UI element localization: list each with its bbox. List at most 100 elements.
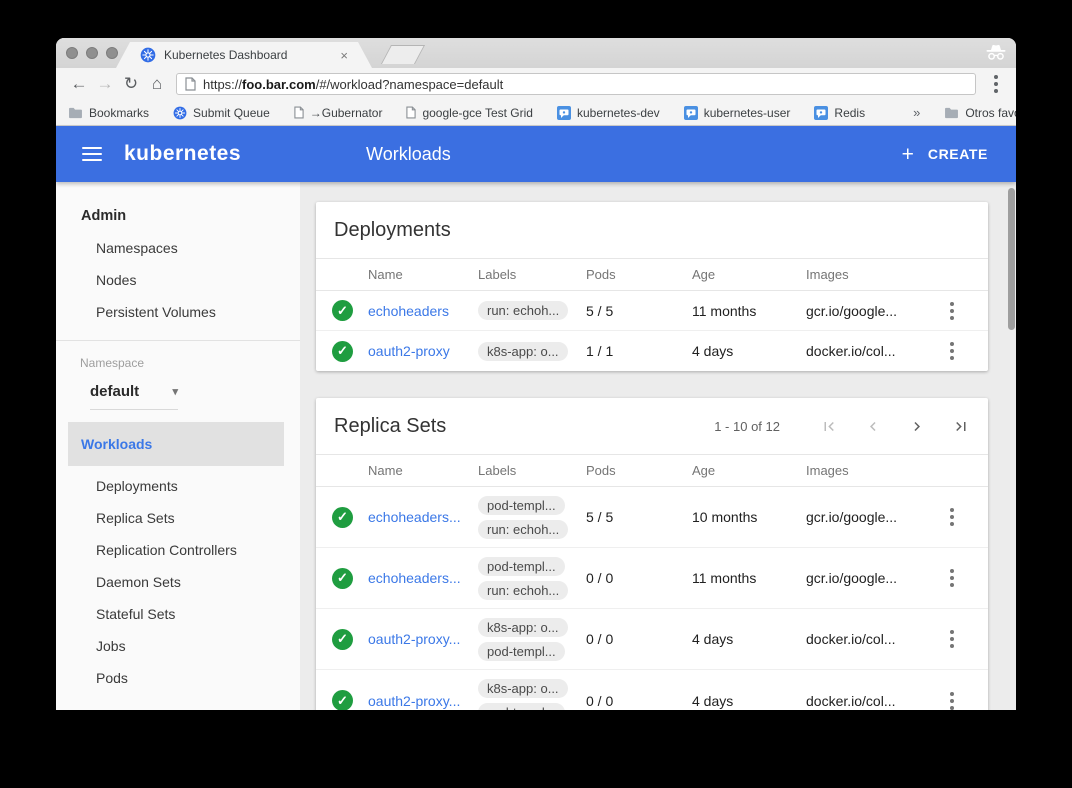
chevron-down-icon: ▾ — [172, 385, 178, 398]
label-chip: pod-templ... — [478, 557, 565, 576]
window-controls — [66, 47, 118, 59]
table-row: ✓ echoheaders run: echoh... 5 / 5 11 mon… — [316, 291, 988, 331]
replica-sets-card: Replica Sets 1 - 10 of 12 — [316, 398, 988, 710]
paginator: 1 - 10 of 12 — [714, 417, 970, 435]
back-icon[interactable]: ← — [66, 74, 92, 94]
reload-icon[interactable]: ↻ — [118, 74, 144, 94]
tab-title: Kubernetes Dashboard — [164, 48, 332, 62]
pagination-range: 1 - 10 of 12 — [714, 419, 780, 434]
replica-set-link[interactable]: oauth2-proxy... — [368, 693, 478, 709]
table-row: ✓ echoheaders... pod-templ... run: echoh… — [316, 487, 988, 548]
page-icon — [294, 106, 304, 119]
sidebar-item-daemon-sets[interactable]: Daemon Sets — [56, 566, 300, 598]
page-icon — [406, 106, 416, 119]
namespace-select[interactable]: default ▾ — [90, 383, 178, 410]
column-age: Age — [692, 267, 806, 282]
column-images: Images — [806, 267, 932, 282]
sidebar-item-workloads[interactable]: Workloads — [68, 422, 284, 466]
column-pods: Pods — [586, 463, 692, 478]
bookmark-google-gce-test-grid[interactable]: google-gce Test Grid — [406, 106, 533, 120]
deployments-table-header: Name Labels Pods Age Images — [316, 259, 988, 291]
table-row: ✓ oauth2-proxy... k8s-app: o... pod-temp… — [316, 609, 988, 670]
row-menu-icon[interactable] — [942, 692, 962, 710]
label-chip: pod-templ... — [478, 642, 565, 661]
row-menu-icon[interactable] — [942, 630, 962, 648]
sidebar: Admin Namespaces Nodes Persistent Volume… — [56, 182, 300, 710]
scrollbar-thumb[interactable] — [1008, 188, 1015, 330]
sidebar-item-replication-controllers[interactable]: Replication Controllers — [56, 534, 300, 566]
browser-tab[interactable]: Kubernetes Dashboard × — [116, 42, 372, 68]
label-chip: k8s-app: o... — [478, 342, 568, 361]
forward-icon[interactable]: → — [92, 74, 118, 94]
label-chip: pod-templ... — [478, 496, 565, 515]
status-ok-icon: ✓ — [332, 507, 353, 528]
groups-icon — [557, 106, 571, 120]
window-zoom-button[interactable] — [106, 47, 118, 59]
sidebar-item-jobs[interactable]: Jobs — [56, 630, 300, 662]
bookmarks-overflow-icon[interactable]: » — [913, 105, 920, 120]
column-pods: Pods — [586, 267, 692, 282]
bookmark-bookmarks[interactable]: Bookmarks — [68, 106, 149, 120]
app-body: Admin Namespaces Nodes Persistent Volume… — [56, 182, 1016, 710]
column-name: Name — [368, 267, 478, 282]
create-button[interactable]: + CREATE — [902, 144, 988, 165]
groups-icon — [684, 106, 698, 120]
groups-icon — [814, 106, 828, 120]
page-title: Workloads — [366, 144, 451, 165]
sidebar-item-persistent-volumes[interactable]: Persistent Volumes — [56, 296, 300, 328]
window-minimize-button[interactable] — [86, 47, 98, 59]
incognito-icon — [984, 44, 1008, 61]
replica-set-link[interactable]: oauth2-proxy... — [368, 631, 478, 647]
table-row: ✓ oauth2-proxy k8s-app: o... 1 / 1 4 day… — [316, 331, 988, 371]
table-row: ✓ oauth2-proxy... k8s-app: o... pod-temp… — [316, 670, 988, 710]
bookmark-otros-favoritos[interactable]: Otros favoritos — [944, 106, 1016, 120]
row-menu-icon[interactable] — [942, 302, 962, 320]
row-menu-icon[interactable] — [942, 342, 962, 360]
sidebar-item-nodes[interactable]: Nodes — [56, 264, 300, 296]
sidebar-divider — [56, 340, 300, 341]
deployments-card-title: Deployments — [334, 219, 970, 242]
label-chip: run: echoh... — [478, 520, 568, 539]
status-ok-icon: ✓ — [332, 629, 353, 650]
bookmark-kubernetes-dev[interactable]: kubernetes-dev — [557, 106, 660, 120]
hamburger-menu-icon[interactable] — [82, 147, 102, 161]
sidebar-item-pods[interactable]: Pods — [56, 662, 300, 694]
sidebar-item-namespaces[interactable]: Namespaces — [56, 232, 300, 264]
bookmark-gubernator[interactable]: →Gubernator — [294, 106, 383, 120]
new-tab-button[interactable] — [381, 45, 425, 64]
row-menu-icon[interactable] — [942, 569, 962, 587]
bookmark-redis[interactable]: Redis — [814, 106, 865, 120]
deployment-link[interactable]: echoheaders — [368, 303, 478, 319]
home-icon[interactable]: ⌂ — [144, 74, 170, 94]
label-chip: pod-templ... — [478, 703, 565, 710]
column-name: Name — [368, 463, 478, 478]
deployments-card: Deployments Name Labels Pods Age Images … — [316, 202, 988, 371]
kubernetes-icon — [173, 106, 187, 120]
bookmarks-bar: Bookmarks Submit Queue — [56, 100, 1016, 126]
previous-page-icon[interactable] — [864, 417, 882, 435]
folder-icon — [68, 107, 83, 119]
column-labels: Labels — [478, 463, 586, 478]
replica-set-link[interactable]: echoheaders... — [368, 570, 478, 586]
tab-close-icon[interactable]: × — [340, 48, 348, 63]
browser-menu-icon[interactable] — [986, 75, 1006, 93]
app-header: kubernetes Workloads + CREATE — [56, 126, 1016, 182]
status-ok-icon: ✓ — [332, 690, 353, 710]
sidebar-item-replica-sets[interactable]: Replica Sets — [56, 502, 300, 534]
sidebar-item-deployments[interactable]: Deployments — [56, 470, 300, 502]
window-close-button[interactable] — [66, 47, 78, 59]
next-page-icon[interactable] — [908, 417, 926, 435]
last-page-icon[interactable] — [952, 417, 970, 435]
first-page-icon[interactable] — [820, 417, 838, 435]
label-chip: k8s-app: o... — [478, 618, 568, 637]
bookmark-kubernetes-user[interactable]: kubernetes-user — [684, 106, 791, 120]
kubernetes-favicon-icon — [140, 47, 156, 63]
replica-set-link[interactable]: echoheaders... — [368, 509, 478, 525]
address-bar[interactable]: https://foo.bar.com/#/workload?namespace… — [176, 73, 976, 95]
bookmark-submit-queue[interactable]: Submit Queue — [173, 106, 270, 120]
sidebar-item-admin[interactable]: Admin — [56, 200, 300, 232]
namespace-label: Namespace — [56, 349, 300, 377]
sidebar-item-stateful-sets[interactable]: Stateful Sets — [56, 598, 300, 630]
deployment-link[interactable]: oauth2-proxy — [368, 343, 478, 359]
row-menu-icon[interactable] — [942, 508, 962, 526]
